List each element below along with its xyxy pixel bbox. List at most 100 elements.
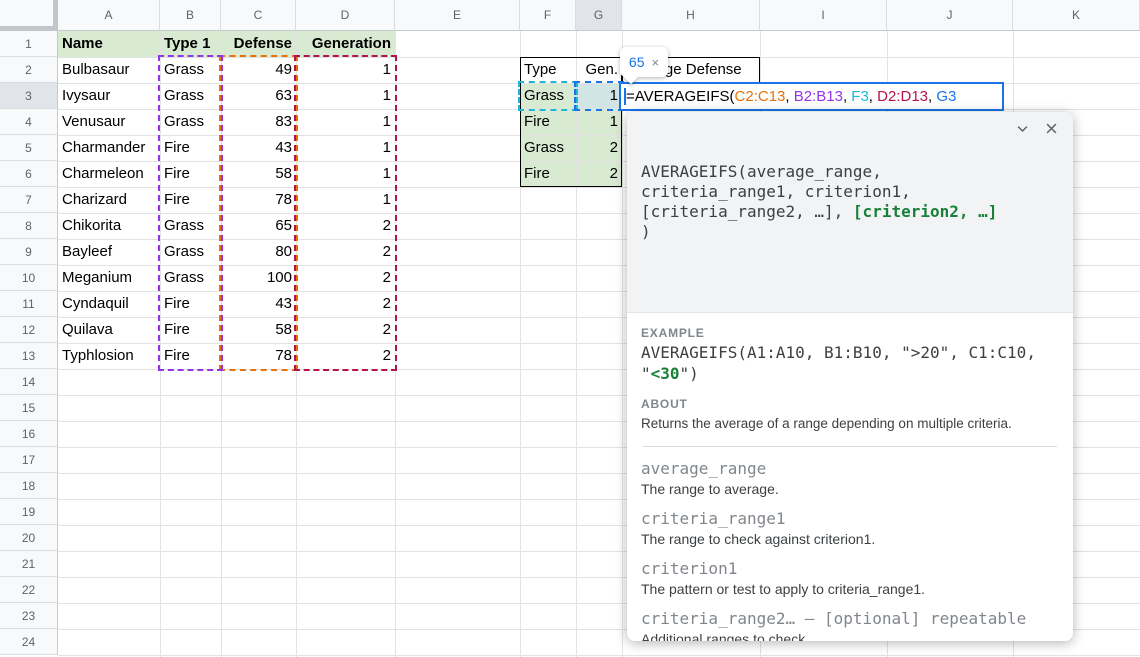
row-header-23[interactable]: 23 (0, 603, 58, 629)
table-cell[interactable]: Fire (160, 343, 221, 369)
row-header-4[interactable]: 4 (0, 109, 58, 135)
chevron-down-icon[interactable] (1015, 121, 1030, 136)
table-cell[interactable]: 2 (296, 317, 395, 343)
row-header-15[interactable]: 15 (0, 395, 58, 421)
row-header-19[interactable]: 19 (0, 499, 58, 525)
table-cell[interactable]: Fire (160, 161, 221, 187)
table-cell[interactable]: Grass (160, 265, 221, 291)
table-cell[interactable]: 63 (221, 83, 296, 109)
table-cell[interactable]: Charizard (58, 187, 160, 213)
column-header-f[interactable]: F (520, 0, 576, 31)
table-cell[interactable]: 1 (296, 187, 395, 213)
table-cell[interactable]: Grass (160, 213, 221, 239)
helper-cell-type[interactable]: Fire (520, 161, 576, 187)
row-header-21[interactable]: 21 (0, 551, 58, 577)
row-header-17[interactable]: 17 (0, 447, 58, 473)
table-cell[interactable]: 43 (221, 135, 296, 161)
helper-cell-gen[interactable]: 1 (576, 109, 622, 135)
table-cell[interactable]: Grass (160, 109, 221, 135)
row-header-13[interactable]: 13 (0, 343, 58, 369)
table-cell[interactable]: 2 (296, 265, 395, 291)
main-table-header[interactable]: Type 1 (160, 31, 221, 57)
helper-cell-type[interactable]: Grass (520, 83, 576, 109)
row-header-14[interactable]: 14 (0, 369, 58, 395)
helper-cell-type[interactable]: Fire (520, 109, 576, 135)
select-all-corner[interactable] (0, 0, 58, 31)
main-table-header[interactable]: Generation (296, 31, 395, 57)
table-cell[interactable]: 80 (221, 239, 296, 265)
table-cell[interactable]: 83 (221, 109, 296, 135)
table-cell[interactable]: Typhlosion (58, 343, 160, 369)
table-cell[interactable]: 43 (221, 291, 296, 317)
table-cell[interactable]: 65 (221, 213, 296, 239)
column-header-d[interactable]: D (296, 0, 395, 31)
table-cell[interactable]: Charmeleon (58, 161, 160, 187)
row-header-20[interactable]: 20 (0, 525, 58, 551)
table-cell[interactable]: Grass (160, 239, 221, 265)
table-cell[interactable]: Fire (160, 187, 221, 213)
table-cell[interactable]: 2 (296, 213, 395, 239)
table-cell[interactable]: 49 (221, 57, 296, 83)
column-header-h[interactable]: H (622, 0, 760, 31)
table-cell[interactable]: 2 (296, 239, 395, 265)
column-header-b[interactable]: B (160, 0, 221, 31)
column-header-i[interactable]: I (760, 0, 887, 31)
row-header-12[interactable]: 12 (0, 317, 58, 343)
column-header-c[interactable]: C (221, 0, 296, 31)
row-header-5[interactable]: 5 (0, 135, 58, 161)
formula-input[interactable]: =AVERAGEIFS(C2:C13, B2:B13, F3, D2:D13, … (619, 82, 1004, 111)
table-cell[interactable]: 1 (296, 83, 395, 109)
table-cell[interactable]: Ivysaur (58, 83, 160, 109)
column-header-a[interactable]: A (58, 0, 160, 31)
table-cell[interactable]: Quilava (58, 317, 160, 343)
row-header-22[interactable]: 22 (0, 577, 58, 603)
table-cell[interactable]: 100 (221, 265, 296, 291)
row-header-18[interactable]: 18 (0, 473, 58, 499)
table-cell[interactable]: 78 (221, 343, 296, 369)
table-cell[interactable]: Charmander (58, 135, 160, 161)
helper-cell-gen[interactable]: 2 (576, 135, 622, 161)
table-cell[interactable]: 78 (221, 187, 296, 213)
main-table-header[interactable]: Name (58, 31, 160, 57)
row-header-9[interactable]: 9 (0, 239, 58, 265)
column-header-g[interactable]: G (576, 0, 622, 31)
row-header-8[interactable]: 8 (0, 213, 58, 239)
table-cell[interactable]: Meganium (58, 265, 160, 291)
main-table-header[interactable]: Defense (221, 31, 296, 57)
helper-cell-gen[interactable]: 2 (576, 161, 622, 187)
row-header-24[interactable]: 24 (0, 629, 58, 655)
helper-cell-type[interactable]: Grass (520, 135, 576, 161)
table-cell[interactable]: 1 (296, 161, 395, 187)
row-header-10[interactable]: 10 (0, 265, 58, 291)
table-cell[interactable]: Bulbasaur (58, 57, 160, 83)
row-header-7[interactable]: 7 (0, 187, 58, 213)
table-cell[interactable]: 1 (296, 135, 395, 161)
row-header-1[interactable]: 1 (0, 31, 58, 57)
helper-header-type[interactable]: Type (520, 57, 576, 83)
table-cell[interactable]: Grass (160, 57, 221, 83)
close-icon[interactable] (1044, 121, 1059, 136)
table-cell[interactable]: 2 (296, 291, 395, 317)
column-header-k[interactable]: K (1013, 0, 1140, 31)
column-header-j[interactable]: J (887, 0, 1013, 31)
row-header-2[interactable]: 2 (0, 57, 58, 83)
table-cell[interactable]: 58 (221, 161, 296, 187)
row-header-16[interactable]: 16 (0, 421, 58, 447)
helper-cell-gen[interactable]: 1 (576, 83, 622, 109)
table-cell[interactable]: Fire (160, 135, 221, 161)
row-header-6[interactable]: 6 (0, 161, 58, 187)
row-header-3[interactable]: 3 (0, 83, 58, 109)
column-header-e[interactable]: E (395, 0, 520, 31)
table-cell[interactable]: Fire (160, 317, 221, 343)
close-icon[interactable]: × (651, 55, 659, 70)
helper-header-gen[interactable]: Gen. (576, 57, 622, 83)
table-cell[interactable]: Cyndaquil (58, 291, 160, 317)
table-cell[interactable]: 58 (221, 317, 296, 343)
row-header-11[interactable]: 11 (0, 291, 58, 317)
table-cell[interactable]: Venusaur (58, 109, 160, 135)
table-cell[interactable]: Grass (160, 83, 221, 109)
table-cell[interactable]: Fire (160, 291, 221, 317)
table-cell[interactable]: 1 (296, 57, 395, 83)
table-cell[interactable]: 2 (296, 343, 395, 369)
table-cell[interactable]: Bayleef (58, 239, 160, 265)
